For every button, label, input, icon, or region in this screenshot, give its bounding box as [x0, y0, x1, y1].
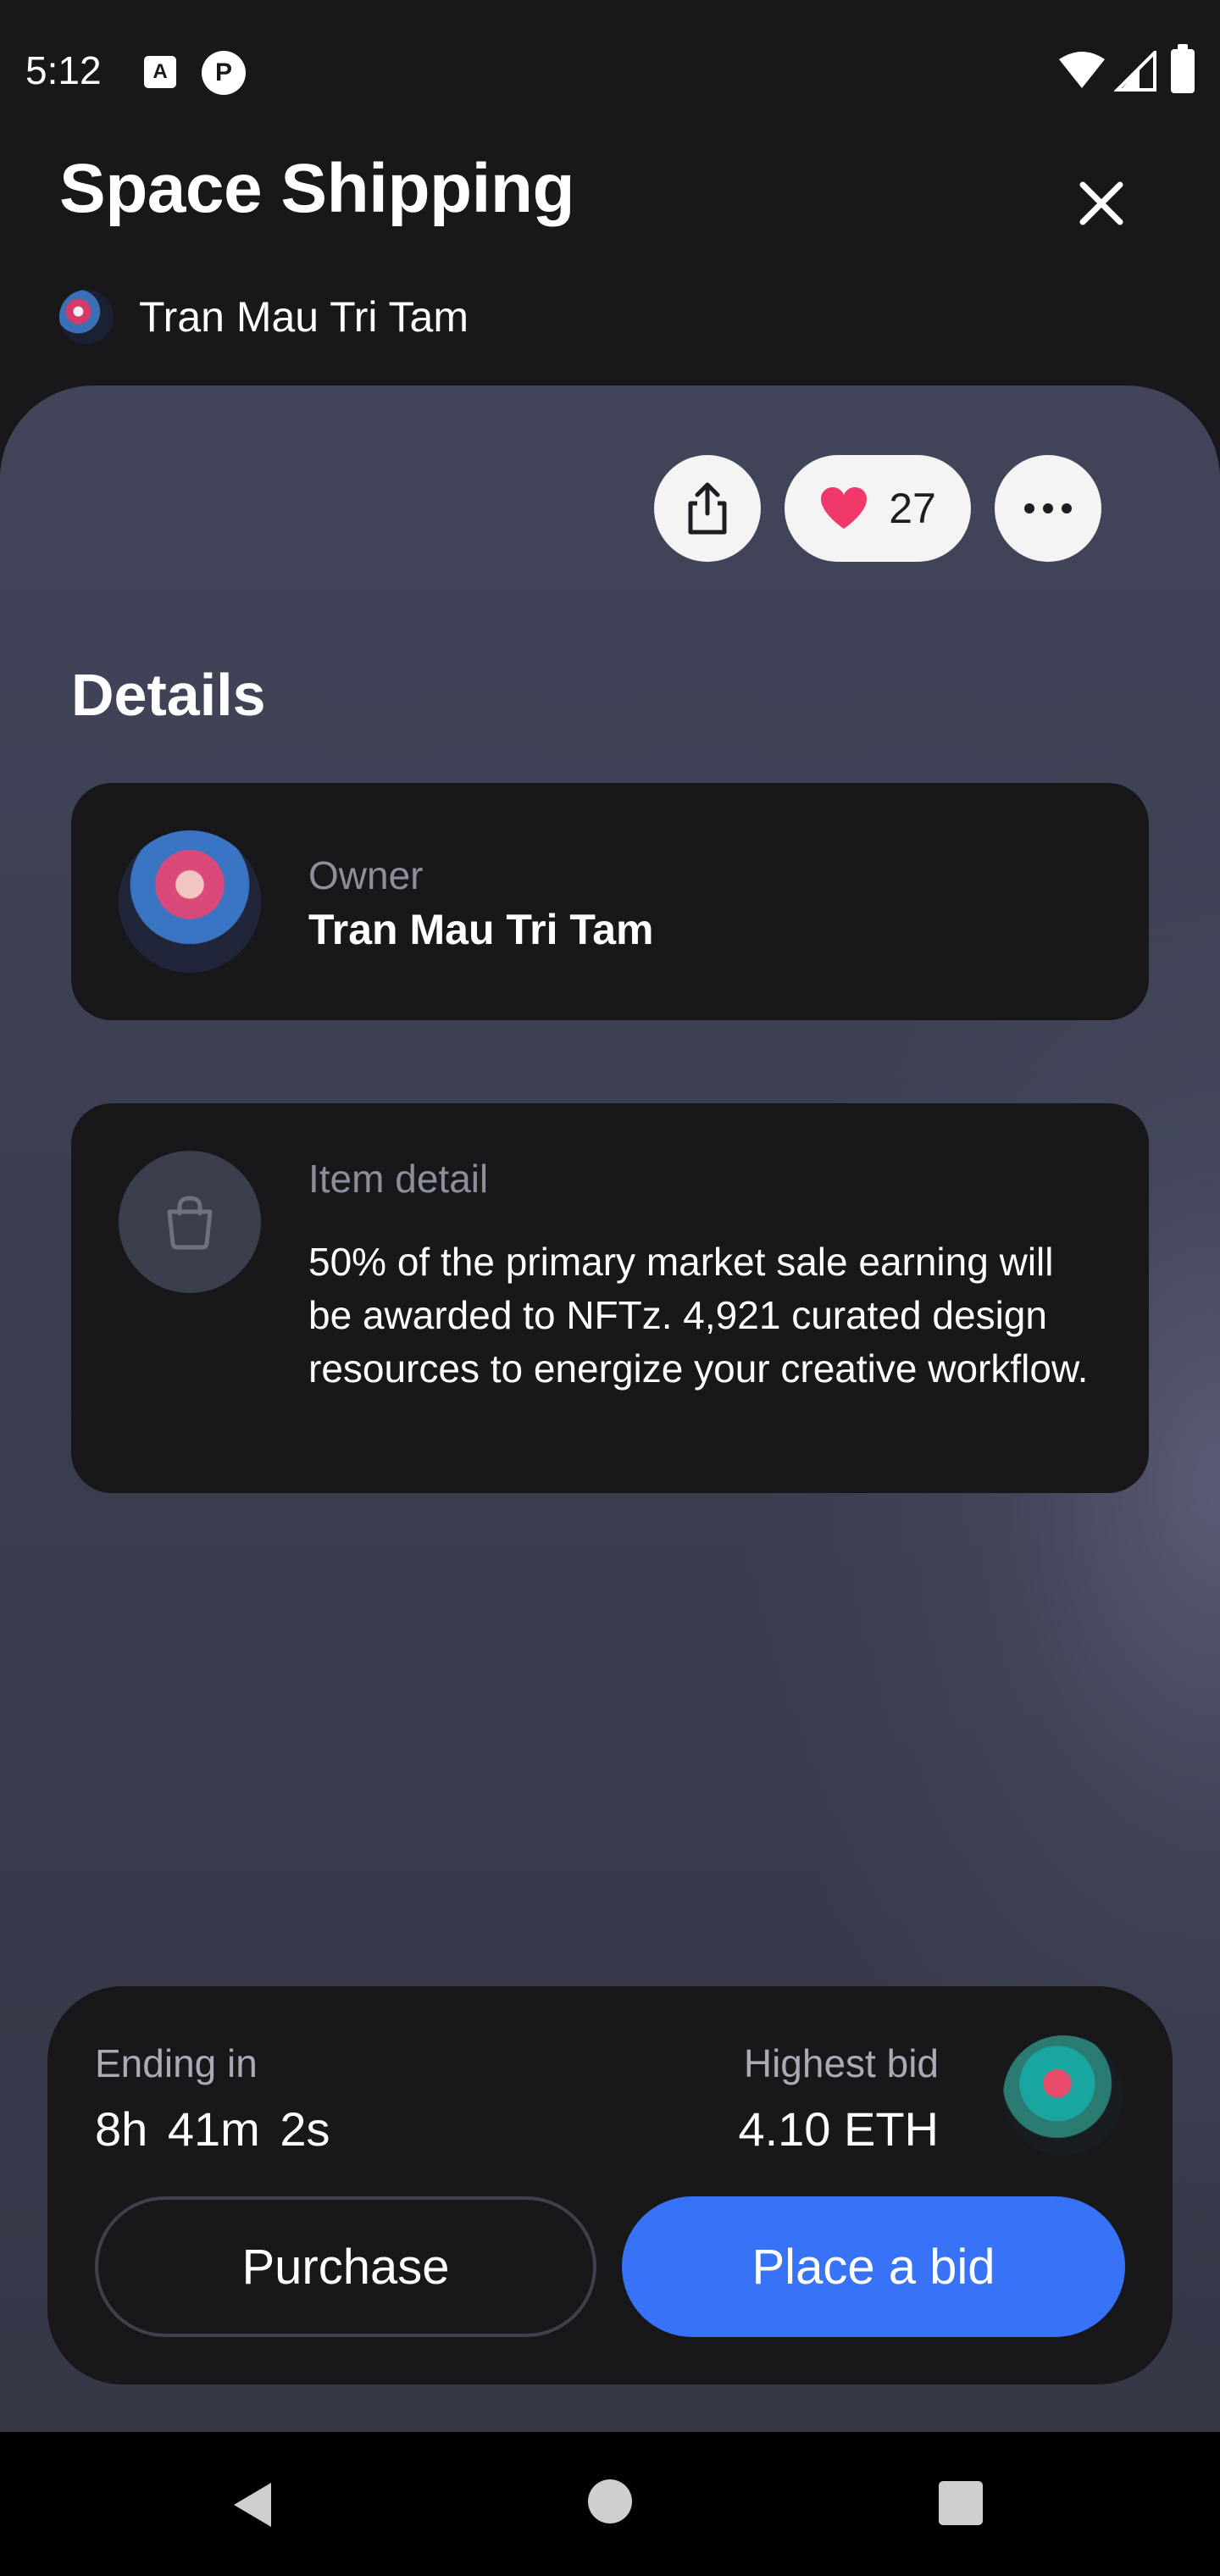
- close-button[interactable]: [1068, 169, 1135, 237]
- like-count: 27: [889, 485, 936, 532]
- item-detail-label: Item detail: [308, 1157, 489, 1201]
- page-title: Space Shipping: [59, 150, 575, 227]
- owner-name: Tran Mau Tri Tam: [308, 906, 654, 953]
- status-bar: 5:12 A P: [0, 0, 1220, 144]
- like-button[interactable]: 27: [785, 455, 971, 562]
- author-avatar: [59, 290, 114, 344]
- shopping-bag-icon: [167, 1196, 213, 1250]
- item-detail-text: 50% of the primary market sale earning w…: [308, 1240, 1089, 1391]
- ending-label: Ending in: [95, 2041, 258, 2085]
- owner-avatar: [119, 830, 261, 973]
- bidder-avatar[interactable]: [1003, 2035, 1123, 2156]
- battery-icon: [1171, 44, 1195, 93]
- close-icon: [1079, 181, 1123, 225]
- author-row[interactable]: Tran Mau Tri Tam: [59, 290, 469, 344]
- bag-icon-container: [119, 1151, 261, 1293]
- share-button[interactable]: [654, 455, 761, 562]
- more-icon: [1024, 503, 1072, 514]
- more-button[interactable]: [995, 455, 1101, 562]
- purchase-button[interactable]: Purchase: [95, 2196, 596, 2337]
- wifi-icon: [1059, 52, 1105, 88]
- heart-icon: [821, 487, 868, 529]
- share-icon: [688, 482, 727, 535]
- owner-card[interactable]: [71, 783, 1149, 1020]
- details-title: Details: [71, 662, 266, 728]
- back-icon[interactable]: [229, 2479, 280, 2530]
- home-icon[interactable]: [588, 2479, 632, 2523]
- place-bid-button[interactable]: Place a bid: [622, 2196, 1125, 2337]
- a-badge-icon: A: [144, 56, 176, 88]
- recents-icon[interactable]: [939, 2481, 983, 2525]
- highest-bid-value: 4.10 ETH: [738, 2102, 939, 2156]
- p-badge-icon: P: [202, 51, 246, 95]
- author-name: Tran Mau Tri Tam: [139, 293, 469, 341]
- status-time: 5:12: [25, 48, 102, 92]
- highest-bid-label: Highest bid: [743, 2041, 939, 2085]
- signal-icon: [1114, 51, 1156, 92]
- owner-label: Owner: [308, 853, 424, 897]
- ending-countdown: 8h 41m 2s: [95, 2102, 330, 2156]
